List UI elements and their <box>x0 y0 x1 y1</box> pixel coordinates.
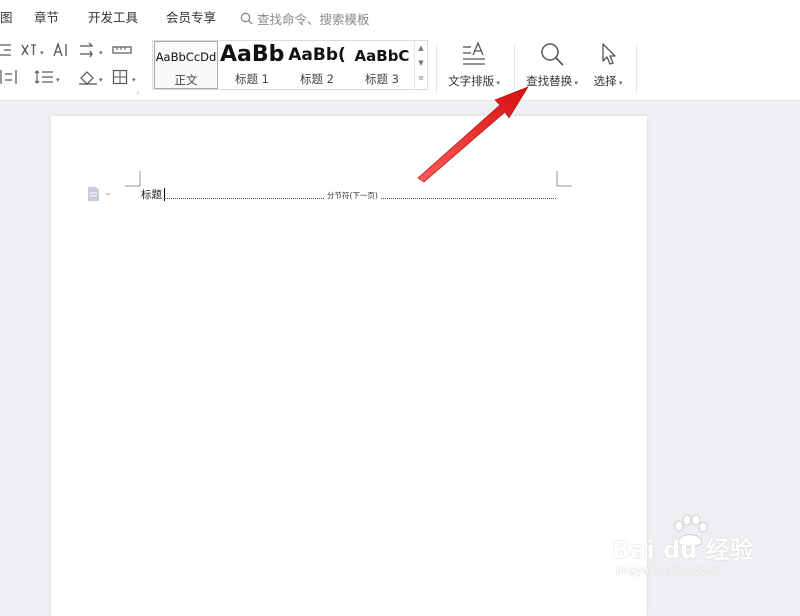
select-button[interactable]: 选择 ▾ <box>588 36 628 89</box>
text-layout-button[interactable]: 文字排版 ▾ <box>442 36 506 89</box>
text-layout-label: 文字排版 <box>448 74 495 88</box>
gallery-up-icon[interactable]: ▲ <box>415 41 427 56</box>
document-page[interactable]: 标题 分节符(下一页) <box>51 116 647 616</box>
select-caret-icon: ▾ <box>616 79 623 87</box>
menu-item-chapter[interactable]: 章节 <box>34 9 59 27</box>
style-normal-sample: AaBbCcDd <box>155 50 217 64</box>
style-gallery: AaBbCcDd 正文 AaBb 标题 1 AaBb( 标题 2 AaBbC 标… <box>152 40 428 90</box>
document-outline-icon[interactable] <box>87 186 113 205</box>
shading-caret-icon[interactable]: ▾ <box>99 76 103 84</box>
section-break-label: 分节符(下一页) <box>325 190 380 201</box>
text-cursor <box>164 188 165 201</box>
line-spacing-caret-icon[interactable]: ▾ <box>56 76 60 84</box>
command-search[interactable]: 查找命令、搜索模板 <box>240 9 370 28</box>
ribbon-separator <box>636 44 637 94</box>
style-gallery-scroller[interactable]: ▲ ▼ ≡ <box>414 41 427 89</box>
cursor-arrow-icon <box>602 43 616 65</box>
style-heading-3-sample: AaBbC <box>354 47 410 65</box>
find-replace-label: 查找替换 <box>526 74 573 88</box>
chinese-layout-caret-icon[interactable]: ▾ <box>40 49 44 57</box>
menu-item-member[interactable]: 会员专享 <box>166 9 216 27</box>
menu-item-insert-partial[interactable]: 图 <box>0 9 13 27</box>
style-heading-1[interactable]: AaBb 标题 1 <box>220 41 284 89</box>
watermark: Bai du 经验 jingyan.baidu.com <box>612 514 782 584</box>
find-replace-button[interactable]: 查找替换 ▾ <box>520 36 584 89</box>
line-spacing-icon[interactable] <box>34 69 54 85</box>
ribbon-separator <box>436 44 437 94</box>
indent-icon[interactable] <box>0 43 12 57</box>
style-heading-2-sample: AaBb( <box>288 45 346 65</box>
style-heading-1-sample: AaBb <box>220 42 284 67</box>
find-replace-caret-icon: ▾ <box>572 79 578 87</box>
margin-corner-top-right <box>556 171 572 187</box>
style-heading-3[interactable]: AaBbC 标题 3 <box>350 41 414 89</box>
search-placeholder: 查找命令、搜索模板 <box>257 12 370 27</box>
document-text[interactable]: 标题 <box>141 187 162 202</box>
style-normal[interactable]: AaBbCcDd 正文 <box>154 41 218 89</box>
text-direction-caret-icon[interactable]: ▾ <box>99 49 103 57</box>
sort-text-icon[interactable] <box>52 42 70 58</box>
style-heading-2-name: 标题 2 <box>300 72 334 86</box>
text-layout-icon <box>463 41 485 65</box>
borders-caret-icon[interactable]: ▾ <box>132 76 136 84</box>
style-heading-1-name: 标题 1 <box>235 72 269 86</box>
borders-icon[interactable] <box>112 69 128 85</box>
chinese-layout-icon[interactable] <box>20 42 38 58</box>
style-heading-2[interactable]: AaBb( 标题 2 <box>284 41 350 89</box>
magnifier-icon <box>541 43 564 66</box>
watermark-url: jingyan.baidu.com <box>616 564 718 577</box>
menu-bar: 图 章节 开发工具 会员专享 查找命令、搜索模板 <box>0 0 800 36</box>
shading-icon[interactable] <box>78 69 98 85</box>
gallery-down-icon[interactable]: ▼ <box>415 56 427 71</box>
gallery-more-icon[interactable]: ≡ <box>415 71 427 86</box>
style-heading-3-name: 标题 3 <box>365 72 399 86</box>
distribute-icon[interactable] <box>0 69 18 85</box>
menu-item-developer-tools[interactable]: 开发工具 <box>88 9 138 27</box>
text-direction-icon[interactable] <box>78 42 98 58</box>
ribbon-separator <box>514 44 515 94</box>
ribbon-toolbar: ▾ ▾ ▾ ▾ ▾ ⌟ AaBbCcDd 正文 AaBb 标题 1 AaBb(… <box>0 36 800 101</box>
style-normal-name: 正文 <box>174 73 198 87</box>
search-icon <box>240 12 253 25</box>
ruler-icon[interactable] <box>112 44 132 56</box>
margin-corner-top-left <box>125 171 141 187</box>
text-layout-caret-icon: ▾ <box>494 79 500 87</box>
select-label: 选择 <box>593 74 617 88</box>
paragraph-dialog-launcher-icon[interactable]: ⌟ <box>136 88 139 96</box>
watermark-brand: Bai du 经验 <box>612 536 754 564</box>
